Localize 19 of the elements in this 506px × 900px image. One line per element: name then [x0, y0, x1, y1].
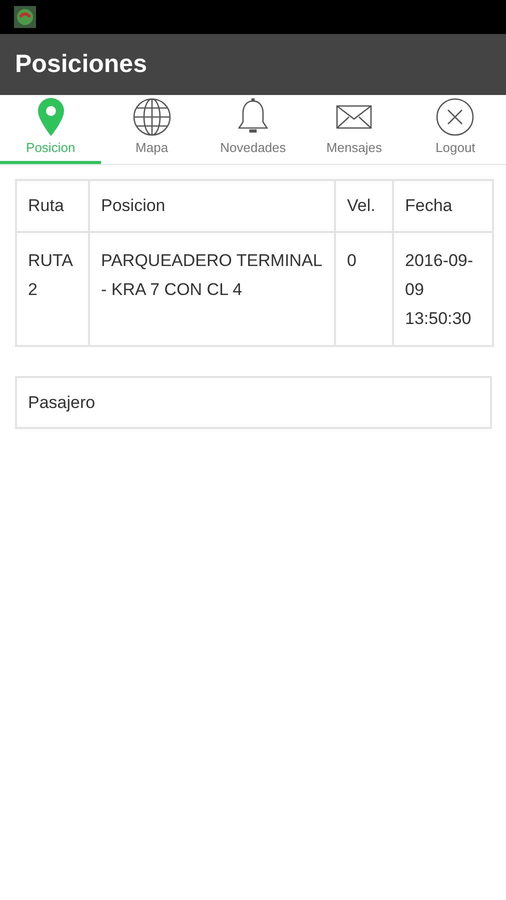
location-pin-icon [36, 97, 65, 137]
tab[interactable]: Mensajes [304, 95, 405, 164]
close-icon [435, 97, 476, 137]
screen-title: Posiciones [15, 48, 147, 80]
table-cell: RUTA 2 [16, 232, 89, 346]
tab[interactable]: Mapa [101, 95, 202, 164]
tab[interactable]: Posicion [0, 95, 102, 164]
column-header: Fecha [393, 180, 493, 232]
table-cell: PARQUEADERO TERMINAL - KRA 7 CON CL 4 [89, 232, 335, 346]
tab[interactable]: Logout [404, 95, 506, 164]
table-cell: 0 [335, 232, 393, 346]
tab[interactable]: Novedades [202, 95, 304, 164]
table-cell: 2016-09-09 13:50:30 [393, 232, 493, 346]
globe-icon [132, 97, 172, 137]
app-icon [14, 6, 36, 28]
column-header: Ruta [16, 180, 89, 232]
column-header: Posicion [89, 180, 335, 232]
panel-title: Pasajero [28, 392, 96, 414]
column-header: Vel. [335, 180, 393, 232]
